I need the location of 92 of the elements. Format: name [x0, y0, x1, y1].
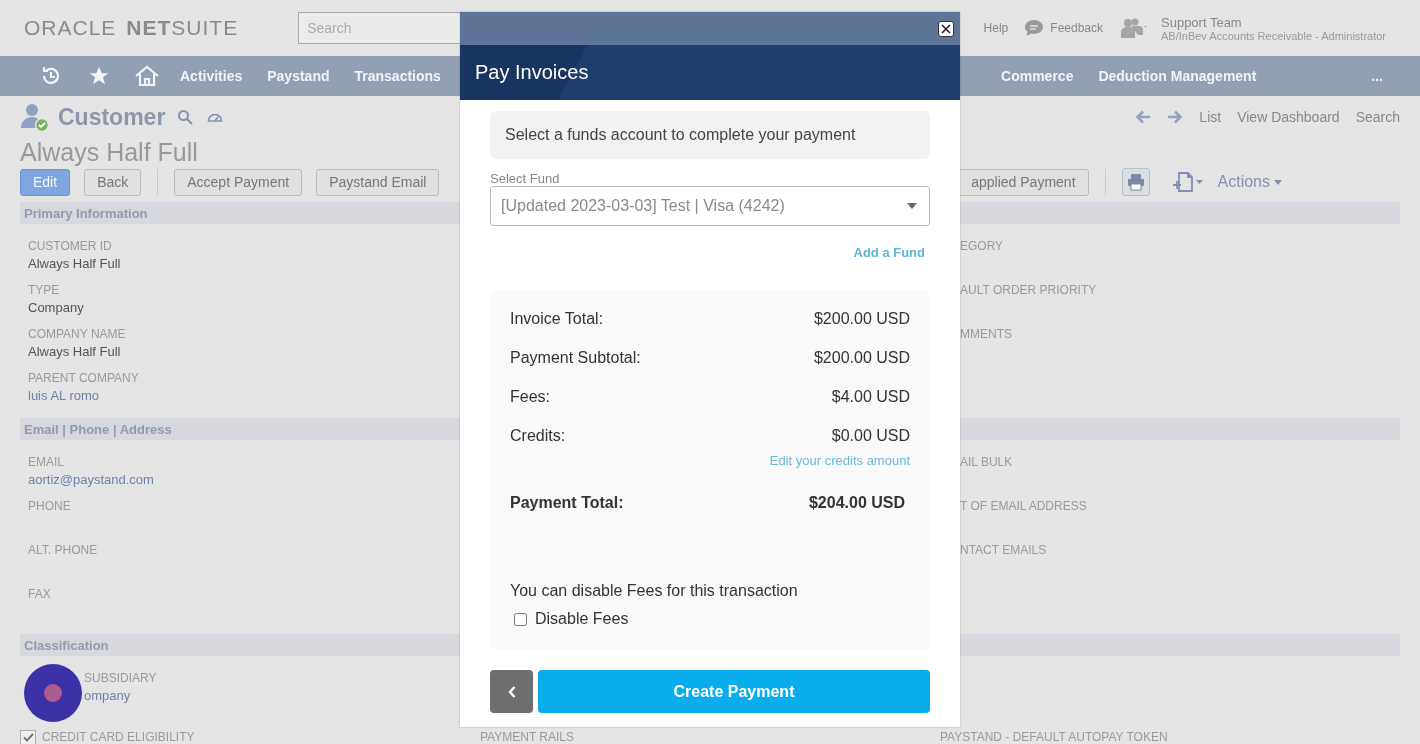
field-label: AULT ORDER PRIORITY	[960, 282, 1098, 298]
printer-icon	[1126, 173, 1145, 191]
action-button[interactable]: applied Payment	[958, 168, 1089, 196]
record-name: Always Half Full	[20, 138, 199, 166]
field-label: AIL BULK	[960, 454, 1014, 470]
action-button[interactable]: Paystand Email	[316, 168, 440, 196]
nav-more-button[interactable]: ...	[1371, 68, 1383, 84]
chevron-left-icon	[507, 685, 516, 698]
field-link[interactable]: luis AL romo	[28, 386, 460, 406]
dot-icon	[44, 684, 62, 702]
total-label: Payment Total:	[510, 494, 624, 512]
dialog-title: Pay Invoices	[475, 61, 589, 84]
field-link[interactable]: ompany	[84, 686, 157, 706]
checkbox-label: Disable Fees	[535, 610, 629, 628]
help-link[interactable]: Help	[983, 21, 1009, 35]
summary-label: Credits:	[510, 427, 566, 445]
summary-label: Payment Subtotal:	[510, 349, 641, 367]
field-value: Always Half Full	[28, 343, 122, 361]
user-name: Support Team	[1161, 14, 1243, 30]
nav-item[interactable]: Transactions	[354, 68, 441, 84]
close-icon	[941, 23, 951, 34]
summary-value: $200.00 USD	[813, 310, 910, 328]
field-label: SUBSIDIARY	[84, 670, 157, 686]
field-label: ALT. PHONE	[28, 542, 99, 558]
caret-icon	[907, 203, 917, 209]
logo-brand: ORACLE	[24, 16, 117, 40]
add-fund-link[interactable]: Add a Fund	[853, 245, 925, 260]
field-label: TYPE	[28, 282, 61, 298]
edit-credits-link[interactable]: Edit your credits amount	[769, 453, 910, 468]
arrow-left-icon[interactable]	[1135, 110, 1152, 124]
print-button[interactable]	[1121, 168, 1150, 196]
summary-label: Invoice Total:	[510, 310, 604, 328]
search-icon[interactable]	[177, 109, 194, 125]
caret-icon	[1274, 179, 1282, 185]
field-label: PAYMENT RAILS	[480, 731, 575, 744]
summary-value: $200.00 USD	[813, 349, 910, 367]
nav-item[interactable]: Activities	[180, 68, 243, 84]
nav-item[interactable]: Paystand	[267, 68, 330, 84]
close-button[interactable]	[938, 20, 954, 37]
summary-label: Fees:	[510, 388, 550, 406]
edit-button[interactable]: Edit	[20, 168, 71, 196]
create-payment-button[interactable]: Create Payment	[538, 670, 930, 713]
section-title: Email | Phone | Address	[24, 421, 172, 437]
field-label: MMENTS	[960, 326, 1013, 342]
star-icon	[88, 65, 110, 87]
customer-icon	[20, 102, 50, 132]
back-button[interactable]	[490, 670, 533, 713]
field-label: PAYSTAND - DEFAULT AUTOPAY TOKEN	[940, 731, 1168, 744]
chat-bubble-icon	[1024, 19, 1045, 37]
summary-value: $0.00 USD	[831, 427, 910, 445]
section-title: Primary Information	[24, 205, 148, 221]
checkbox[interactable]	[20, 729, 36, 744]
chat-launcher-button[interactable]	[24, 664, 82, 722]
arrow-right-icon[interactable]	[1167, 110, 1184, 124]
field-label: NTACT EMAILS	[960, 542, 1048, 558]
action-button[interactable]: Accept Payment	[174, 168, 303, 196]
notice-message: Select a funds account to complete your payment	[490, 111, 930, 159]
gauge-icon[interactable]	[207, 111, 224, 123]
header-link[interactable]: Search	[1355, 109, 1400, 125]
new-document-icon[interactable]	[1171, 171, 1204, 193]
record-type-title: Customer	[58, 103, 166, 131]
nav-item[interactable]: Deduction Management	[1098, 68, 1257, 84]
nav-item[interactable]: Commerce	[1001, 68, 1074, 84]
header-link[interactable]: View Dashboard	[1237, 109, 1340, 125]
field-label: T OF EMAIL ADDRESS	[960, 498, 1088, 514]
field-link[interactable]: aortiz@paystand.com	[28, 470, 460, 490]
logo-product: NETSUITE	[126, 16, 239, 40]
field-label: CREDIT CARD ELIGIBILITY	[42, 731, 195, 744]
field-label: COMPANY NAME	[28, 326, 127, 342]
checkmark-icon	[22, 733, 34, 742]
field-label: PHONE	[28, 498, 72, 514]
field-label: EGORY	[960, 238, 1005, 254]
field-value: Always Half Full	[28, 255, 122, 273]
home-icon	[134, 64, 160, 88]
actions-menu[interactable]: Actions	[1217, 173, 1282, 191]
header-link[interactable]: List	[1199, 109, 1222, 125]
field-label: PARENT COMPANY	[28, 370, 140, 386]
field-label: FAX	[28, 586, 52, 602]
user-role: AB/InBev Accounts Receivable - Administrator	[1161, 29, 1386, 42]
user-group-icon[interactable]	[1119, 18, 1149, 38]
section-title: Classification	[24, 637, 109, 653]
field-value: Company	[28, 299, 85, 317]
field-label: EMAIL	[28, 454, 65, 470]
action-button[interactable]: Back	[84, 168, 142, 196]
field-label: Select Fund	[490, 171, 561, 186]
field-label: CUSTOMER ID	[28, 238, 113, 254]
disable-fees-checkbox[interactable]	[514, 612, 527, 626]
feedback-link[interactable]: Feedback	[1050, 21, 1103, 35]
summary-value: $4.00 USD	[831, 388, 910, 406]
total-value: $204.00 USD	[808, 494, 905, 512]
fund-select[interactable]: [Updated 2023-03-03] Test | Visa (4242)	[490, 186, 930, 226]
fees-note: You can disable Fees for this transaction	[510, 582, 799, 600]
